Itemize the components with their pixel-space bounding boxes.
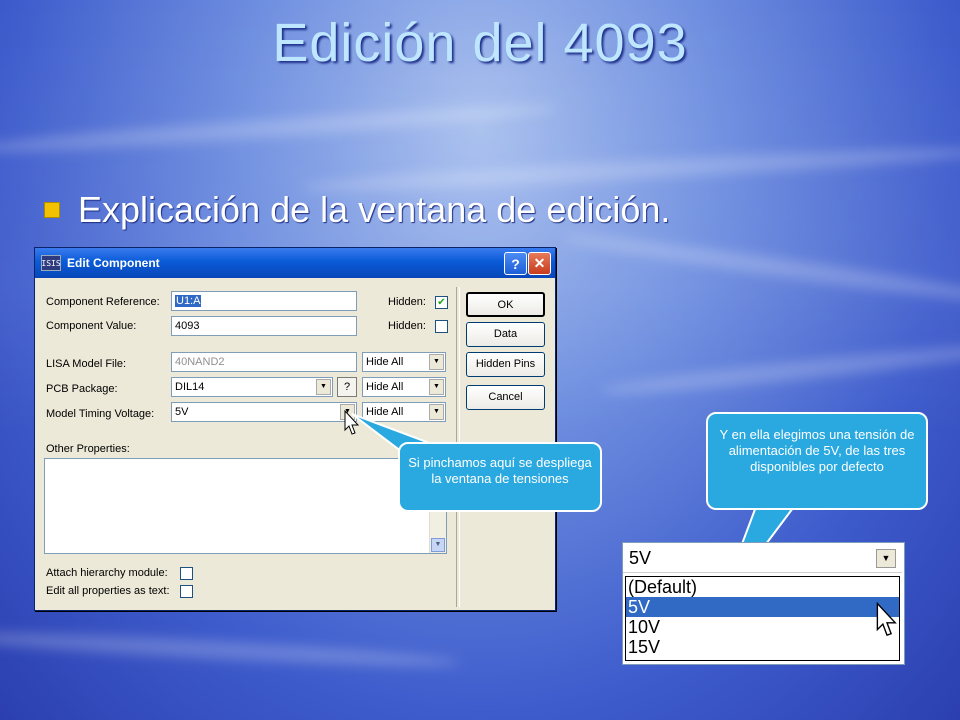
pcb-package-value: DIL14 [175, 381, 205, 393]
voltage-option-selected[interactable]: 5V [626, 597, 899, 617]
bullet-square-icon [44, 202, 60, 218]
hidden-label: Hidden: [388, 296, 426, 308]
reference-hidden-checkbox[interactable]: ✔ [435, 296, 448, 309]
model-timing-voltage-select[interactable]: 5V ▼ [171, 402, 357, 422]
bullet-item: Explicación de la ventana de edición. [44, 186, 670, 234]
component-reference-label: Component Reference: [46, 296, 160, 308]
edit-all-properties-checkbox[interactable] [180, 585, 193, 598]
pcb-package-help-button[interactable]: ? [337, 377, 357, 397]
voltage-options-list: (Default) 5V 10V 15V [625, 576, 900, 661]
voltage-option[interactable]: 15V [626, 637, 899, 657]
pcb-visibility-select[interactable]: Hide All ▼ [362, 377, 446, 397]
pcb-visibility-value: Hide All [366, 381, 404, 393]
timing-voltage-value: 5V [175, 406, 189, 418]
background-streak [560, 228, 960, 310]
attach-hierarchy-checkbox[interactable] [180, 567, 193, 580]
mouse-cursor-icon [876, 602, 897, 636]
chevron-down-icon[interactable]: ▼ [316, 379, 331, 395]
voltage-option[interactable]: (Default) [626, 577, 899, 597]
ok-button[interactable]: OK [466, 292, 545, 317]
help-button[interactable]: ? [504, 252, 527, 275]
bullet-text: Explicación de la ventana de edición. [78, 189, 671, 230]
pcb-package-label: PCB Package: [46, 383, 118, 395]
component-reference-input[interactable]: U1:A [171, 291, 357, 311]
isis-app-icon: ISIS [41, 255, 61, 271]
chevron-down-icon[interactable]: ▼ [876, 549, 896, 568]
other-properties-textarea[interactable]: ▼ [44, 458, 447, 554]
background-streak [0, 626, 461, 672]
lisa-model-file-label: LISA Model File: [46, 358, 127, 370]
background-streak [0, 99, 560, 159]
chevron-down-icon[interactable]: ▼ [429, 354, 444, 370]
chevron-down-icon[interactable]: ▼ [429, 379, 444, 395]
other-properties-label: Other Properties: [46, 443, 130, 455]
lisa-visibility-select[interactable]: Hide All ▼ [362, 352, 446, 372]
close-button[interactable]: ✕ [528, 252, 551, 275]
edit-all-properties-label: Edit all properties as text: [46, 585, 170, 597]
model-timing-voltage-label: Model Timing Voltage: [46, 408, 155, 420]
voltage-dropdown-current[interactable]: 5V ▼ [623, 543, 902, 573]
hidden-label: Hidden: [388, 320, 426, 332]
voltage-dropdown-value: 5V [629, 548, 652, 568]
attach-hierarchy-label: Attach hierarchy module: [46, 567, 168, 579]
value-hidden-checkbox[interactable] [435, 320, 448, 333]
dialog-titlebar[interactable]: ISIS Edit Component ? ✕ [35, 248, 555, 278]
callout-left: Si pinchamos aquí se despliega la ventan… [398, 442, 602, 512]
hidden-pins-button[interactable]: Hidden Pins [466, 352, 545, 377]
background-streak [600, 338, 960, 400]
dialog-title: Edit Component [67, 256, 160, 270]
voltage-option[interactable]: 10V [626, 617, 899, 637]
lisa-visibility-value: Hide All [366, 356, 404, 368]
cancel-button[interactable]: Cancel [466, 385, 545, 410]
slide-title: Edición del 4093 [272, 13, 688, 73]
pcb-package-select[interactable]: DIL14 ▼ [171, 377, 333, 397]
data-button[interactable]: Data [466, 322, 545, 347]
component-value-label: Component Value: [46, 320, 137, 332]
callout-right: Y en ella elegimos una tensión de alimen… [706, 412, 928, 510]
component-value-input[interactable]: 4093 [171, 316, 357, 336]
lisa-model-file-input[interactable]: 40NAND2 [171, 352, 357, 372]
voltage-dropdown[interactable]: 5V ▼ (Default) 5V 10V 15V [622, 542, 905, 665]
component-reference-value: U1:A [175, 295, 202, 307]
scroll-down-icon[interactable]: ▼ [431, 538, 445, 552]
